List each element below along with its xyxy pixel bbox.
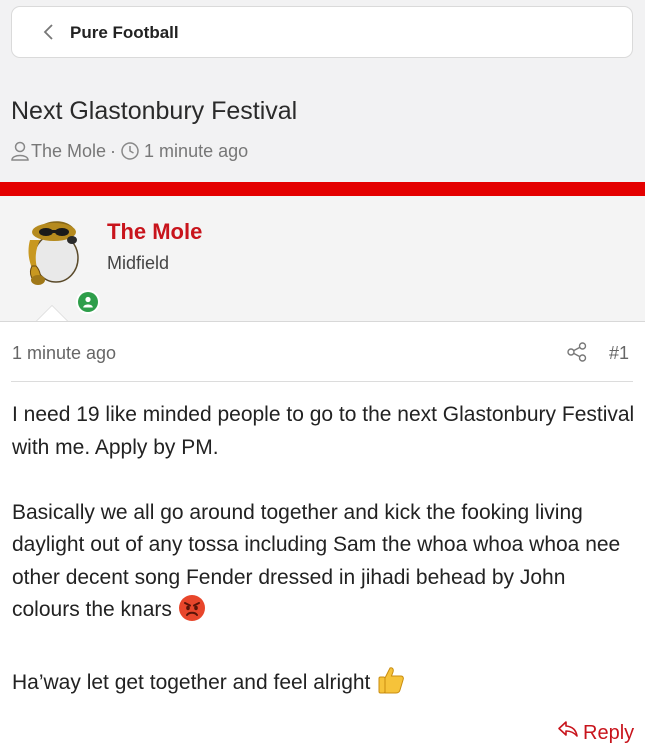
page-title: Next Glastonbury Festival — [11, 97, 298, 125]
thread-header: Pure Football Next Glastonbury Festival … — [0, 0, 645, 182]
post-paragraph: Ha’way let get together and feel alright — [12, 665, 637, 706]
post-author-block: The Mole Midfield — [0, 196, 645, 322]
online-status-icon — [76, 290, 100, 314]
post-content: I need 19 like minded people to go to th… — [12, 399, 637, 706]
thread-meta: The Mole · 1 minute ago — [9, 139, 248, 163]
breadcrumb-forum-link[interactable]: Pure Football — [70, 22, 179, 44]
avatar[interactable] — [12, 210, 100, 314]
author-role: Midfield — [107, 253, 170, 273]
breadcrumb[interactable]: Pure Football — [11, 6, 633, 58]
clock-icon — [120, 141, 140, 161]
angry-face-icon — [178, 594, 206, 633]
reply-label: Reply — [583, 721, 635, 744]
post-number-link[interactable]: #1 — [609, 341, 629, 365]
thread-author-link[interactable]: The Mole — [31, 141, 106, 162]
post-timestamp[interactable]: 1 minute ago — [12, 341, 116, 365]
post-paragraph: I need 19 like minded people to go to th… — [12, 403, 635, 459]
chevron-left-icon[interactable] — [42, 20, 56, 50]
share-icon[interactable] — [566, 341, 588, 363]
reply-button[interactable]: Reply — [557, 719, 634, 746]
thumbs-up-icon — [376, 665, 406, 706]
user-icon — [9, 140, 31, 162]
reply-icon — [557, 719, 583, 746]
accent-bar — [0, 182, 645, 196]
divider — [11, 381, 633, 382]
meta-separator: · — [110, 140, 117, 161]
post-paragraph: Basically we all go around together and … — [12, 497, 637, 633]
author-name-link[interactable]: The Mole — [107, 218, 202, 246]
thread-time[interactable]: 1 minute ago — [144, 141, 248, 162]
